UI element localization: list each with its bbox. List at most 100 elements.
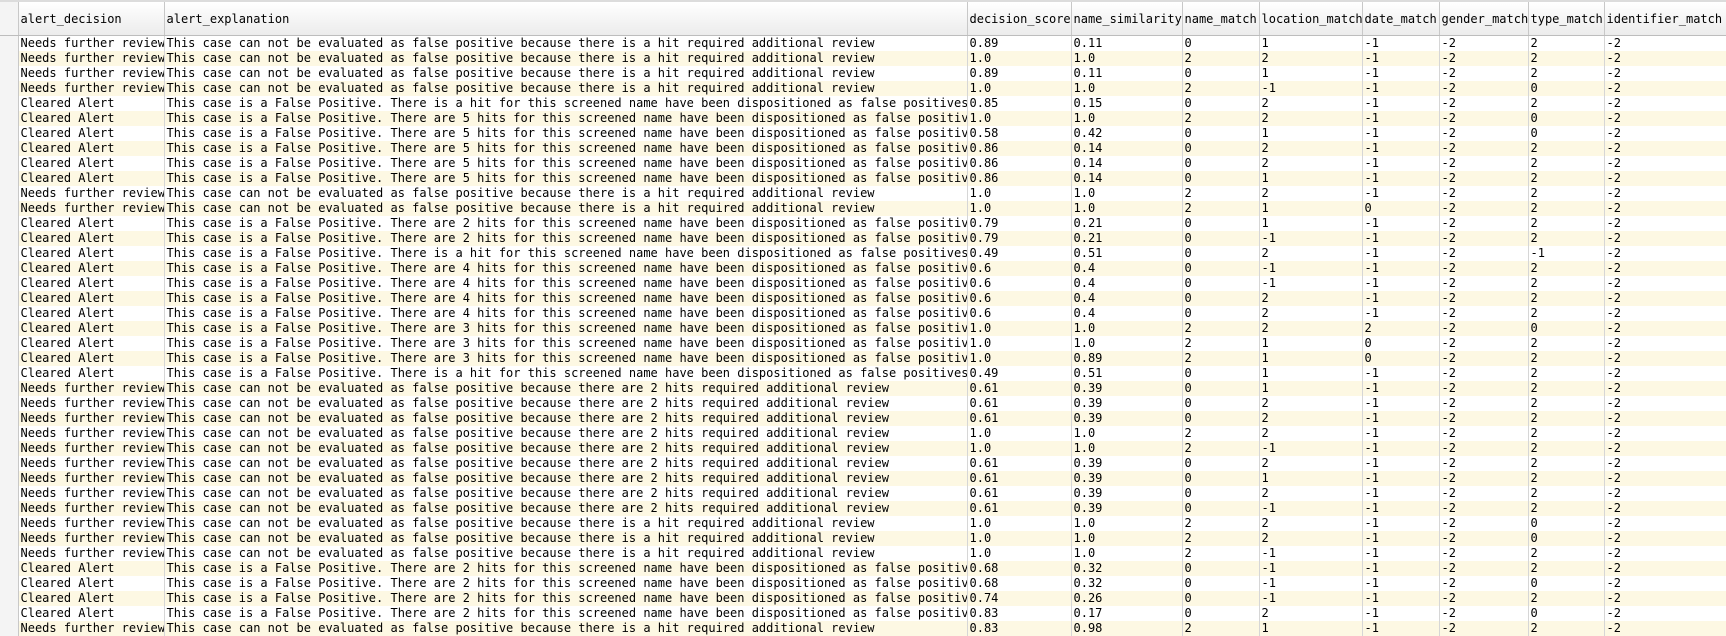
- cell-type-match[interactable]: 2: [1528, 546, 1604, 561]
- cell-date-match[interactable]: -1: [1362, 471, 1439, 486]
- cell-name-similarity[interactable]: 0.39: [1071, 456, 1182, 471]
- cell-alert-decision[interactable]: Cleared Alert: [18, 246, 164, 261]
- cell-identifier-match[interactable]: -2: [1604, 126, 1726, 141]
- cell-name-match[interactable]: 0: [1182, 66, 1259, 81]
- cell-identifier-match[interactable]: -2: [1604, 111, 1726, 126]
- cell-decision-score[interactable]: 0.86: [967, 171, 1071, 186]
- cell-alert-explanation[interactable]: This case can not be evaluated as false …: [164, 441, 967, 456]
- cell-decision-score[interactable]: 0.83: [967, 606, 1071, 621]
- table-row[interactable]: Cleared AlertThis case is a False Positi…: [0, 321, 1726, 336]
- cell-date-match[interactable]: -1: [1362, 621, 1439, 636]
- cell-name-match[interactable]: 0: [1182, 606, 1259, 621]
- cell-name-match[interactable]: 0: [1182, 456, 1259, 471]
- row-header[interactable]: [0, 321, 18, 336]
- cell-name-similarity[interactable]: 1.0: [1071, 51, 1182, 66]
- cell-alert-decision[interactable]: Needs further review: [18, 81, 164, 96]
- row-header[interactable]: [0, 141, 18, 156]
- cell-identifier-match[interactable]: -2: [1604, 351, 1726, 366]
- cell-decision-score[interactable]: 0.89: [967, 66, 1071, 81]
- cell-name-similarity[interactable]: 1.0: [1071, 111, 1182, 126]
- table-row[interactable]: Cleared AlertThis case is a False Positi…: [0, 261, 1726, 276]
- cell-alert-decision[interactable]: Cleared Alert: [18, 126, 164, 141]
- cell-alert-explanation[interactable]: This case is a False Positive. There are…: [164, 291, 967, 306]
- cell-gender-match[interactable]: -2: [1439, 201, 1528, 216]
- cell-date-match[interactable]: -1: [1362, 126, 1439, 141]
- cell-date-match[interactable]: -1: [1362, 171, 1439, 186]
- row-header[interactable]: [0, 126, 18, 141]
- cell-gender-match[interactable]: -2: [1439, 336, 1528, 351]
- cell-date-match[interactable]: -1: [1362, 291, 1439, 306]
- row-header[interactable]: [0, 231, 18, 246]
- cell-date-match[interactable]: -1: [1362, 576, 1439, 591]
- cell-date-match[interactable]: 0: [1362, 336, 1439, 351]
- cell-gender-match[interactable]: -2: [1439, 531, 1528, 546]
- row-header[interactable]: [0, 441, 18, 456]
- row-header[interactable]: [0, 366, 18, 381]
- table-row[interactable]: Cleared AlertThis case is a False Positi…: [0, 606, 1726, 621]
- cell-name-match[interactable]: 0: [1182, 156, 1259, 171]
- cell-gender-match[interactable]: -2: [1439, 216, 1528, 231]
- cell-alert-explanation[interactable]: This case can not be evaluated as false …: [164, 471, 967, 486]
- cell-alert-decision[interactable]: Needs further review: [18, 471, 164, 486]
- cell-identifier-match[interactable]: -2: [1604, 621, 1726, 636]
- cell-date-match[interactable]: -1: [1362, 546, 1439, 561]
- cell-alert-decision[interactable]: Cleared Alert: [18, 561, 164, 576]
- cell-decision-score[interactable]: 0.86: [967, 141, 1071, 156]
- cell-decision-score[interactable]: 0.61: [967, 486, 1071, 501]
- cell-alert-decision[interactable]: Needs further review: [18, 396, 164, 411]
- cell-location-match[interactable]: 1: [1259, 381, 1362, 396]
- cell-location-match[interactable]: 2: [1259, 516, 1362, 531]
- cell-alert-explanation[interactable]: This case can not be evaluated as false …: [164, 66, 967, 81]
- cell-name-similarity[interactable]: 0.4: [1071, 276, 1182, 291]
- cell-name-similarity[interactable]: 0.14: [1071, 171, 1182, 186]
- cell-name-similarity[interactable]: 0.4: [1071, 291, 1182, 306]
- cell-identifier-match[interactable]: -2: [1604, 531, 1726, 546]
- cell-alert-explanation[interactable]: This case is a False Positive. There are…: [164, 261, 967, 276]
- cell-name-similarity[interactable]: 0.89: [1071, 351, 1182, 366]
- cell-identifier-match[interactable]: -2: [1604, 306, 1726, 321]
- cell-decision-score[interactable]: 1.0: [967, 351, 1071, 366]
- column-header-location-match[interactable]: location_match: [1259, 2, 1362, 36]
- cell-name-similarity[interactable]: 1.0: [1071, 201, 1182, 216]
- cell-type-match[interactable]: 0: [1528, 606, 1604, 621]
- cell-location-match[interactable]: -1: [1259, 546, 1362, 561]
- cell-location-match[interactable]: -1: [1259, 591, 1362, 606]
- cell-decision-score[interactable]: 0.49: [967, 246, 1071, 261]
- cell-alert-decision[interactable]: Cleared Alert: [18, 276, 164, 291]
- table-row[interactable]: Cleared AlertThis case is a False Positi…: [0, 156, 1726, 171]
- cell-decision-score[interactable]: 0.61: [967, 501, 1071, 516]
- cell-type-match[interactable]: 0: [1528, 531, 1604, 546]
- cell-alert-explanation[interactable]: This case is a False Positive. There are…: [164, 306, 967, 321]
- column-header-type-match[interactable]: type_match: [1528, 2, 1604, 36]
- cell-decision-score[interactable]: 0.61: [967, 381, 1071, 396]
- cell-identifier-match[interactable]: -2: [1604, 51, 1726, 66]
- cell-identifier-match[interactable]: -2: [1604, 441, 1726, 456]
- cell-location-match[interactable]: 2: [1259, 156, 1362, 171]
- table-row[interactable]: Cleared AlertThis case is a False Positi…: [0, 171, 1726, 186]
- cell-date-match[interactable]: -1: [1362, 501, 1439, 516]
- cell-date-match[interactable]: -1: [1362, 396, 1439, 411]
- cell-decision-score[interactable]: 0.79: [967, 216, 1071, 231]
- results-table[interactable]: alert_decision alert_explanation decisio…: [0, 2, 1726, 636]
- table-row[interactable]: Cleared AlertThis case is a False Positi…: [0, 591, 1726, 606]
- cell-location-match[interactable]: -1: [1259, 261, 1362, 276]
- table-row[interactable]: Needs further reviewThis case can not be…: [0, 456, 1726, 471]
- cell-location-match[interactable]: 2: [1259, 321, 1362, 336]
- cell-location-match[interactable]: 1: [1259, 366, 1362, 381]
- cell-identifier-match[interactable]: -2: [1604, 36, 1726, 52]
- cell-date-match[interactable]: 0: [1362, 351, 1439, 366]
- cell-name-match[interactable]: 0: [1182, 396, 1259, 411]
- cell-gender-match[interactable]: -2: [1439, 111, 1528, 126]
- cell-location-match[interactable]: 2: [1259, 291, 1362, 306]
- table-row[interactable]: Needs further reviewThis case can not be…: [0, 381, 1726, 396]
- cell-name-similarity[interactable]: 1.0: [1071, 441, 1182, 456]
- cell-type-match[interactable]: 2: [1528, 336, 1604, 351]
- cell-identifier-match[interactable]: -2: [1604, 336, 1726, 351]
- cell-name-similarity[interactable]: 0.4: [1071, 261, 1182, 276]
- cell-name-match[interactable]: 0: [1182, 96, 1259, 111]
- cell-gender-match[interactable]: -2: [1439, 441, 1528, 456]
- cell-identifier-match[interactable]: -2: [1604, 66, 1726, 81]
- table-row[interactable]: Needs further reviewThis case can not be…: [0, 186, 1726, 201]
- cell-alert-explanation[interactable]: This case can not be evaluated as false …: [164, 456, 967, 471]
- cell-date-match[interactable]: -1: [1362, 216, 1439, 231]
